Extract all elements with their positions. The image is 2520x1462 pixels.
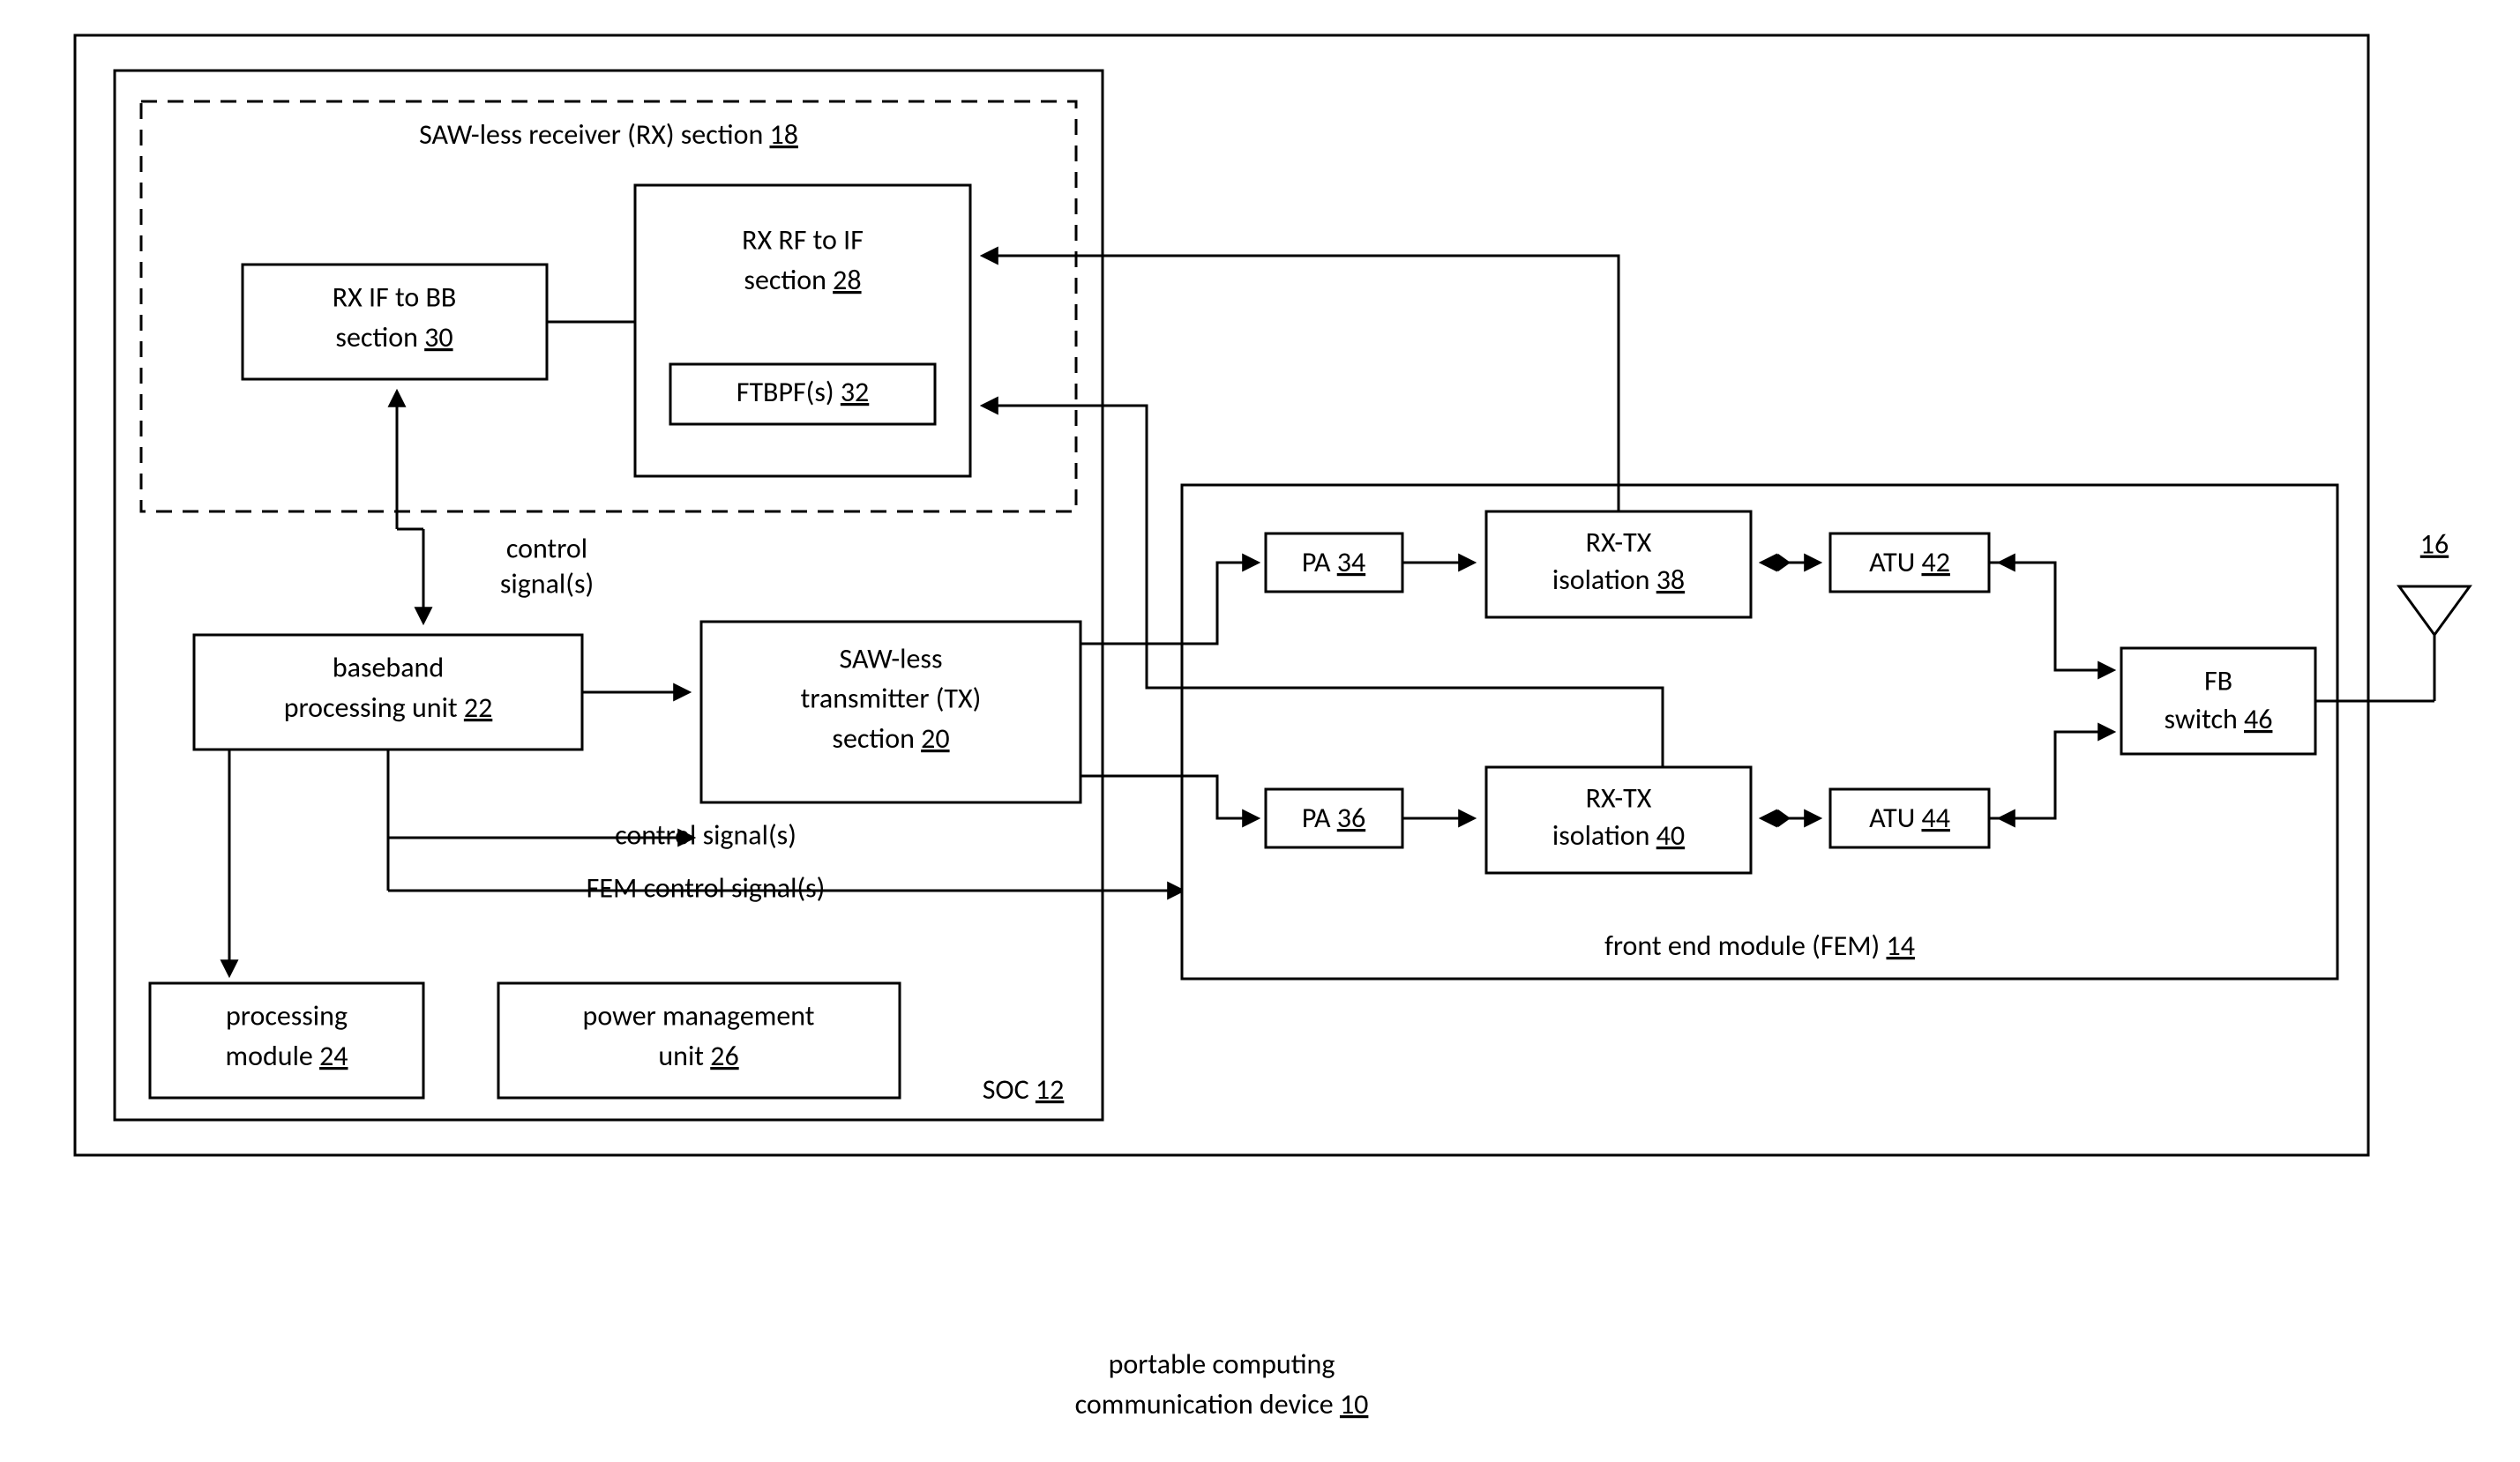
ctrl-label-1a: control [506,532,587,566]
baseband-line2: processing unit 22 [284,690,493,725]
fb-line2: switch 46 [2165,702,2273,736]
antenna-icon [2399,586,2470,701]
tx-line2: transmitter (TX) [801,682,982,716]
pa34-label: PA 34 [1302,545,1365,579]
pm-line2: module 24 [226,1039,348,1073]
rx-if-bb-line2: section 30 [335,320,452,354]
device-title-1: portable computing [1109,1347,1335,1382]
pm-line1: processing [226,999,348,1033]
device-title-2: communication device 10 [1075,1387,1369,1421]
rx-rf-if-line1: RX RF to IF [742,223,864,257]
baseband-line1: baseband [333,651,444,685]
rx-rf-if-line2: section 28 [744,263,861,297]
iso40-line2: isolation 40 [1552,818,1685,853]
ftbpf-label: FTBPF(s) 32 [737,375,870,409]
pa36-label: PA 36 [1302,801,1365,835]
pmu-line2: unit 26 [658,1039,738,1073]
tx-line3: section 20 [832,721,949,756]
iso38-line2: isolation 38 [1552,563,1685,597]
iso40-line1: RX-TX [1586,781,1652,816]
antenna-ref: 16 [2420,527,2449,562]
fem-ctrl-label: FEM control signal(s) [587,871,826,906]
atu42-label: ATU 42 [1869,545,1950,579]
ctrl-label-2: control signal(s) [615,818,796,853]
tx-line1: SAW-less [840,642,943,676]
pmu-line1: power management [583,999,815,1033]
ctrl-label-1b: signal(s) [500,567,594,601]
iso38-line1: RX-TX [1586,526,1652,560]
soc-label: SOC 12 [983,1072,1065,1107]
fb-line1: FB [2204,664,2232,698]
fem-label: front end module (FEM) 14 [1604,929,1915,963]
rx-if-bb-line1: RX IF to BB [333,280,457,315]
rx-section-label: SAW-less receiver (RX) section 18 [419,117,798,152]
atu44-label: ATU 44 [1869,801,1950,835]
